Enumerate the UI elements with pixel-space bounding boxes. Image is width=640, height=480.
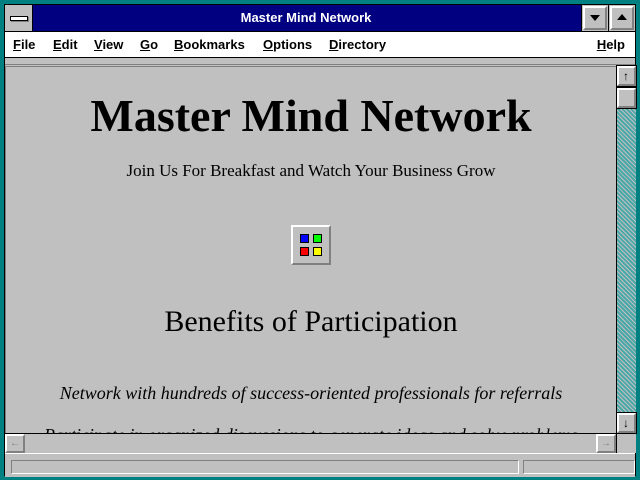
page-content[interactable]: Master Mind Network Join Us For Breakfas… — [5, 66, 616, 433]
window-inner: Master Mind Network File Edit View Go Bo… — [4, 4, 636, 477]
browser-window: Master Mind Network File Edit View Go Bo… — [0, 0, 640, 480]
maximize-button[interactable] — [608, 5, 635, 31]
menu-view[interactable]: View — [94, 32, 123, 57]
four-colored-squares-icon[interactable] — [291, 225, 331, 265]
benefits-heading: Benefits of Participation — [164, 305, 458, 338]
menu-edit[interactable]: Edit — [53, 32, 78, 57]
benefit-item: Network with hundreds of success-oriente… — [59, 383, 563, 403]
yellow-square-icon — [313, 247, 322, 256]
menu-go[interactable]: Go — [140, 32, 158, 57]
scroll-left-button[interactable]: ← — [5, 434, 25, 453]
menu-options[interactable]: Options — [263, 32, 312, 57]
window-title: Master Mind Network — [240, 10, 372, 25]
arrow-right-icon: → — [601, 438, 611, 449]
maximize-icon — [617, 14, 627, 20]
menu-bookmarks[interactable]: Bookmarks — [174, 32, 245, 57]
benefit-item: Participate in organized discussions to … — [6, 425, 616, 433]
vertical-scroll-thumb[interactable] — [617, 88, 636, 108]
red-square-icon — [300, 247, 309, 256]
status-text — [11, 460, 519, 474]
page-heading: Master Mind Network — [90, 90, 532, 141]
vertical-scroll-track[interactable] — [617, 66, 636, 433]
title-bar: Master Mind Network — [5, 5, 635, 32]
system-menu-button[interactable] — [5, 5, 33, 31]
blue-square-icon — [300, 234, 309, 243]
progress-indicator — [523, 460, 635, 474]
status-bar — [5, 453, 635, 477]
menu-bar: File Edit View Go Bookmarks Options Dire… — [5, 32, 635, 58]
green-square-icon — [313, 234, 322, 243]
arrow-up-icon: ↑ — [623, 69, 629, 83]
arrow-down-icon: ↓ — [623, 416, 629, 430]
menu-file[interactable]: File — [13, 32, 35, 57]
minimize-button[interactable] — [581, 5, 608, 31]
scrollbar-corner — [616, 433, 636, 453]
page-subheading: Join Us For Breakfast and Watch Your Bus… — [126, 161, 496, 180]
system-menu-icon — [10, 16, 28, 21]
menu-help[interactable]: Help — [597, 32, 625, 57]
vertical-scrollbar[interactable]: ↑ ↓ — [616, 66, 636, 433]
toolbar-gap — [5, 59, 635, 65]
menu-directory[interactable]: Directory — [329, 32, 386, 57]
scroll-up-button[interactable]: ↑ — [617, 66, 636, 86]
arrow-left-icon: ← — [10, 438, 20, 449]
horizontal-scrollbar[interactable]: ← → — [5, 433, 616, 453]
scroll-down-button[interactable]: ↓ — [617, 413, 636, 433]
scroll-right-button[interactable]: → — [596, 434, 616, 453]
horizontal-scroll-track[interactable] — [25, 434, 596, 453]
minimize-icon — [590, 15, 600, 21]
